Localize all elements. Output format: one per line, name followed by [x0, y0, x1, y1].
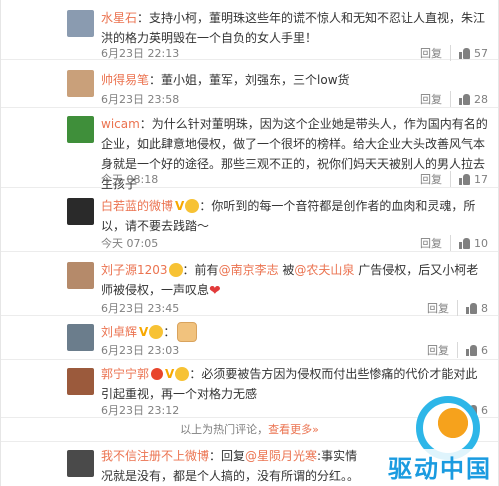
- comment-time: 6月23日 23:58: [101, 93, 180, 106]
- like-count: 6: [481, 343, 488, 357]
- reply-button[interactable]: 回复: [420, 235, 451, 251]
- list-item: 帅得易笔：董小姐，董军，刘强东，三个low货 6月23日 23:58 回复 28: [1, 60, 498, 108]
- avatar[interactable]: [67, 262, 94, 289]
- comment-time: 6月23日 22:13: [101, 47, 180, 60]
- reply-button[interactable]: 回复: [420, 171, 451, 187]
- comment-time: 今天 07:05: [101, 237, 159, 250]
- reply-button[interactable]: 回复: [420, 91, 451, 107]
- thumbs-up-icon: [466, 344, 477, 356]
- verified-v-icon: V: [175, 199, 185, 213]
- reply-button[interactable]: 回复: [420, 45, 451, 61]
- thumbs-up-icon: [459, 173, 470, 185]
- avatar[interactable]: [67, 70, 94, 97]
- list-item: wicam：为什么针对董明珠，因为这个企业她是带头人，作为国内有名的企业，如此肆…: [1, 108, 498, 191]
- reply-button[interactable]: 回复: [427, 342, 458, 358]
- comment-time: 6月23日 23:12: [101, 404, 180, 417]
- emoji-icon: [149, 325, 164, 339]
- emoji-icon: [185, 199, 200, 213]
- comment-time: 今天 08:18: [101, 173, 159, 186]
- verified-v-icon: V: [165, 367, 175, 381]
- comment-user[interactable]: 郭宁宁郭: [101, 367, 149, 381]
- star-badge-icon: [151, 368, 164, 380]
- comment-text: ：董小姐，董军，刘强东，三个low货: [149, 73, 350, 87]
- comment-list: 水星石：支持小柯，董明珠这些年的谎不惊人和无知不忍让人直视，朱江洪的格力英明毁在…: [0, 0, 499, 486]
- watermark-logo: 驱动中国: [378, 396, 498, 486]
- comment-user[interactable]: 白若蓝的微博: [101, 199, 173, 213]
- like-button[interactable]: 10: [459, 237, 488, 250]
- like-count: 8: [481, 301, 488, 315]
- comment-user[interactable]: wicam: [101, 117, 140, 131]
- thumbs-up-icon: [459, 93, 470, 105]
- avatar[interactable]: [67, 116, 94, 143]
- thumbs-up-icon: [459, 237, 470, 249]
- view-more-link[interactable]: 查看更多»: [268, 423, 319, 436]
- like-button[interactable]: 8: [466, 302, 488, 315]
- list-item: 白若蓝的微博 V ：你听到的每一个音符都是创作者的血肉和灵魂，所以，请不要去践踏～ …: [1, 188, 498, 252]
- emoji-icon: [175, 367, 190, 381]
- like-button[interactable]: 57: [459, 47, 488, 60]
- broken-heart-icon: ❤: [209, 283, 221, 299]
- like-button[interactable]: 6: [466, 344, 488, 357]
- avatar[interactable]: [67, 324, 94, 351]
- like-button[interactable]: 17: [459, 173, 488, 186]
- logo-text: 驱动中国: [386, 449, 494, 484]
- thumbs-up-icon: [466, 302, 477, 314]
- list-item: 水星石：支持小柯，董明珠这些年的谎不惊人和无知不忍让人直视，朱江洪的格力英明毁在…: [1, 0, 498, 61]
- comment-user[interactable]: 帅得易笔: [101, 73, 149, 87]
- reply-button[interactable]: 回复: [427, 300, 458, 316]
- verified-v-icon: V: [139, 325, 149, 339]
- like-count: 28: [474, 92, 488, 106]
- like-count: 17: [474, 172, 488, 186]
- mention-link[interactable]: @南京李志: [219, 263, 279, 277]
- mention-link[interactable]: @星陨月光寒: [245, 449, 317, 463]
- comment-time: 6月23日 23:45: [101, 302, 180, 315]
- comment-user[interactable]: 刘子源1203: [101, 263, 168, 277]
- thumbs-up-emoji-icon: [177, 322, 198, 342]
- mention-link[interactable]: @农夫山泉: [294, 263, 354, 277]
- like-count: 57: [474, 46, 488, 60]
- list-item: 刘子源1203 ：前有@南京李志 被@农夫山泉 广告侵权，后又小柯老师被侵权，一声…: [1, 252, 498, 316]
- avatar[interactable]: [67, 10, 94, 37]
- avatar[interactable]: [67, 368, 94, 395]
- avatar[interactable]: [67, 450, 94, 477]
- emoji-icon: [168, 263, 183, 277]
- avatar[interactable]: [67, 198, 94, 225]
- hot-comments-label: 以上为热门评论，: [180, 423, 269, 436]
- list-item: 刘卓辉 V ： 6月23日 23:03 回复 6: [1, 316, 498, 360]
- comment-time: 6月23日 23:03: [101, 344, 180, 357]
- like-count: 10: [474, 236, 488, 250]
- comment-text: ：: [163, 325, 176, 339]
- thumbs-up-icon: [459, 47, 470, 59]
- comment-user[interactable]: 我不信注册不上微博: [101, 449, 209, 463]
- comment-user[interactable]: 水星石: [101, 11, 137, 25]
- comment-text: ：支持小柯，董明珠这些年的谎不惊人和无知不忍让人直视，朱江洪的格力英明毁在一个自…: [101, 11, 486, 45]
- comment-user[interactable]: 刘卓辉: [101, 325, 137, 339]
- like-button[interactable]: 28: [459, 93, 488, 106]
